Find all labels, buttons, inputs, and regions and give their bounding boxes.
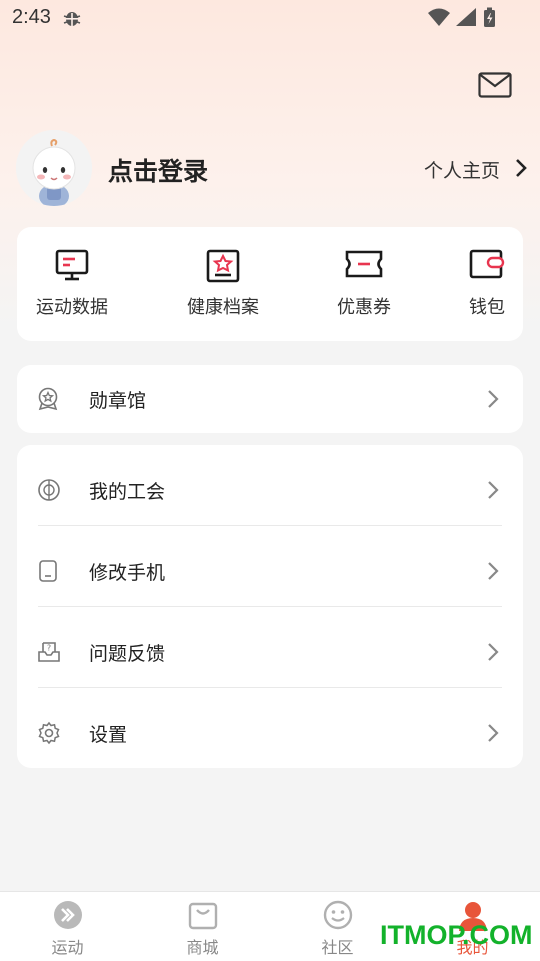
medal-hall-row[interactable]: 勋章馆 — [17, 365, 523, 433]
menu-item-label: 问题反馈 — [89, 643, 166, 665]
divider — [38, 606, 502, 607]
mall-bag-icon — [188, 902, 217, 930]
tab-label: 商城 — [186, 938, 219, 957]
login-prompt[interactable]: 点击登录 — [108, 152, 208, 188]
quick-action-label: 健康档案 — [187, 297, 259, 318]
menu-item-label: 修改手机 — [89, 562, 166, 584]
wallet-icon — [469, 249, 505, 279]
chevron-right-icon — [487, 561, 499, 585]
chevron-right-icon[interactable] — [514, 158, 528, 182]
chevron-right-icon — [487, 480, 499, 504]
quick-action-label: 优惠券 — [337, 297, 391, 318]
phone-icon — [37, 559, 59, 587]
quick-action-label: 钱包 — [469, 297, 505, 318]
avatar[interactable] — [16, 130, 92, 206]
status-time: 2:43 — [12, 6, 51, 28]
wifi-icon — [428, 8, 450, 26]
medal-hall-card: 勋章馆 — [17, 365, 523, 433]
message-mail-icon[interactable] — [478, 72, 512, 98]
chevron-right-icon — [487, 642, 499, 666]
menu-item-feedback[interactable]: ? 问题反馈 — [17, 612, 523, 693]
debug-bug-icon — [62, 8, 82, 32]
community-smile-icon — [323, 900, 352, 930]
menu-card: 我的工会 修改手机 ? 问题反馈 设置 — [17, 445, 523, 768]
status-icons — [426, 6, 502, 34]
quick-action-coupon[interactable]: 优惠券 — [304, 227, 424, 341]
sport-icon — [53, 901, 82, 929]
personal-homepage-link[interactable]: 个人主页 — [424, 156, 500, 183]
monitor-icon — [55, 249, 89, 281]
quick-action-label: 运动数据 — [36, 297, 108, 318]
quick-actions-card: 运动数据 健康档案 优惠券 钱包 — [17, 227, 523, 341]
settings-gear-icon — [37, 721, 61, 749]
menu-item-label: 设置 — [89, 724, 128, 746]
health-record-icon — [206, 249, 240, 283]
menu-item-change-phone[interactable]: 修改手机 — [17, 531, 523, 612]
quick-action-health-record[interactable]: 健康档案 — [163, 227, 283, 341]
menu-item-label: 我的工会 — [89, 481, 166, 503]
chevron-right-icon — [487, 389, 499, 413]
battery-icon — [484, 7, 495, 27]
status-bar: 2:43 — [0, 0, 540, 36]
signal-icon — [456, 8, 476, 26]
feedback-icon: ? — [37, 640, 61, 668]
menu-item-my-union[interactable]: 我的工会 — [17, 450, 523, 531]
coupon-icon — [345, 250, 383, 278]
quick-action-sports-data[interactable]: 运动数据 — [12, 227, 132, 341]
tab-mall[interactable]: 商城 — [135, 892, 270, 961]
quick-action-wallet[interactable]: 钱包 — [427, 227, 540, 341]
menu-item-settings[interactable]: 设置 — [17, 693, 523, 774]
tab-label: 运动 — [51, 938, 84, 957]
medal-icon — [37, 387, 59, 415]
medal-hall-label: 勋章馆 — [89, 390, 147, 412]
watermark-text: ITMOP.COM — [380, 920, 533, 950]
tab-sport[interactable]: 运动 — [0, 892, 135, 961]
divider — [38, 687, 502, 688]
chevron-right-icon — [487, 723, 499, 747]
svg-text:?: ? — [47, 644, 51, 653]
union-icon — [37, 478, 61, 506]
divider — [38, 525, 502, 526]
